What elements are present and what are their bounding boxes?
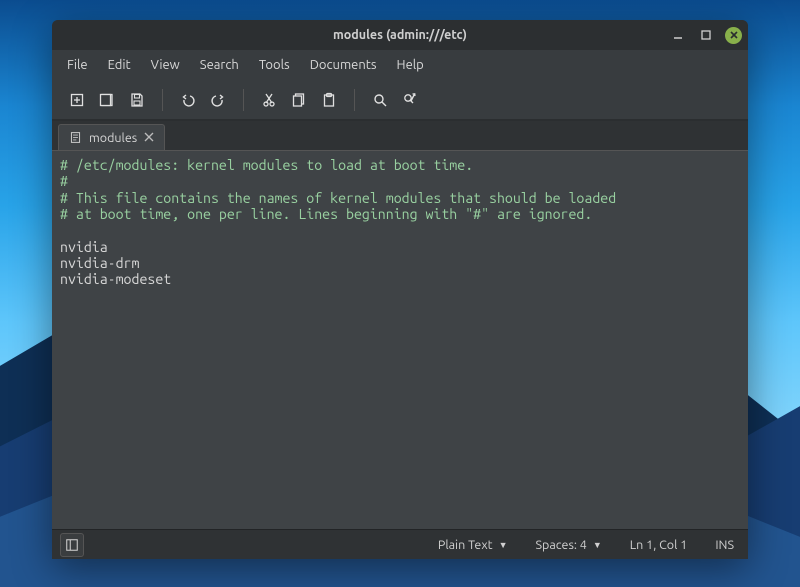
save-button[interactable] — [122, 85, 152, 115]
status-indent-label: Spaces: 4 — [535, 538, 586, 552]
editor-area[interactable]: # /etc/modules: kernel modules to load a… — [52, 150, 748, 529]
menu-view[interactable]: View — [142, 54, 189, 76]
toolbar-sep — [354, 89, 355, 111]
search-button[interactable] — [365, 85, 395, 115]
replace-button[interactable] — [395, 85, 425, 115]
copy-button[interactable] — [284, 85, 314, 115]
menu-help[interactable]: Help — [388, 54, 433, 76]
tab-modules[interactable]: modules — [58, 124, 165, 150]
panel-icon — [65, 538, 79, 552]
new-file-button[interactable] — [62, 85, 92, 115]
toolbar-sep — [162, 89, 163, 111]
open-icon — [99, 92, 115, 108]
close-button[interactable] — [725, 27, 742, 44]
tab-label: modules — [89, 131, 137, 145]
redo-icon — [210, 92, 226, 108]
status-insert-mode[interactable]: INS — [715, 538, 734, 552]
cut-button[interactable] — [254, 85, 284, 115]
chevron-down-icon: ▼ — [593, 540, 602, 550]
window-controls — [669, 20, 742, 50]
minimize-button[interactable] — [669, 26, 687, 44]
toolbar — [52, 80, 748, 120]
menu-search[interactable]: Search — [191, 54, 248, 76]
undo-icon — [180, 92, 196, 108]
undo-button[interactable] — [173, 85, 203, 115]
window-title: modules (admin:///etc) — [333, 28, 467, 42]
status-indent[interactable]: Spaces: 4 ▼ — [535, 538, 601, 552]
editor-window: modules (admin:///etc) File Edit View Se… — [52, 20, 748, 559]
side-panel-toggle[interactable] — [60, 533, 84, 557]
menu-edit[interactable]: Edit — [99, 54, 140, 76]
status-position-label: Ln 1, Col 1 — [630, 538, 688, 552]
maximize-button[interactable] — [697, 26, 715, 44]
tab-close-icon[interactable] — [144, 131, 154, 145]
search-icon — [372, 92, 388, 108]
paste-icon — [321, 92, 337, 108]
cut-icon — [261, 92, 277, 108]
toolbar-sep — [243, 89, 244, 111]
chevron-down-icon: ▼ — [499, 540, 508, 550]
redo-button[interactable] — [203, 85, 233, 115]
statusbar: Plain Text ▼ Spaces: 4 ▼ Ln 1, Col 1 INS — [52, 529, 748, 559]
titlebar[interactable]: modules (admin:///etc) — [52, 20, 748, 50]
status-position[interactable]: Ln 1, Col 1 — [630, 538, 688, 552]
status-insert-label: INS — [715, 538, 734, 552]
status-language[interactable]: Plain Text ▼ — [438, 538, 508, 552]
tabstrip: modules — [52, 120, 748, 150]
save-icon — [129, 92, 145, 108]
open-button[interactable] — [92, 85, 122, 115]
menu-file[interactable]: File — [58, 54, 97, 76]
copy-icon — [291, 92, 307, 108]
replace-icon — [402, 92, 418, 108]
new-file-icon — [69, 92, 85, 108]
status-language-label: Plain Text — [438, 538, 493, 552]
menu-tools[interactable]: Tools — [250, 54, 299, 76]
paste-button[interactable] — [314, 85, 344, 115]
menu-documents[interactable]: Documents — [301, 54, 386, 76]
document-icon — [69, 131, 82, 144]
menubar: File Edit View Search Tools Documents He… — [52, 50, 748, 80]
